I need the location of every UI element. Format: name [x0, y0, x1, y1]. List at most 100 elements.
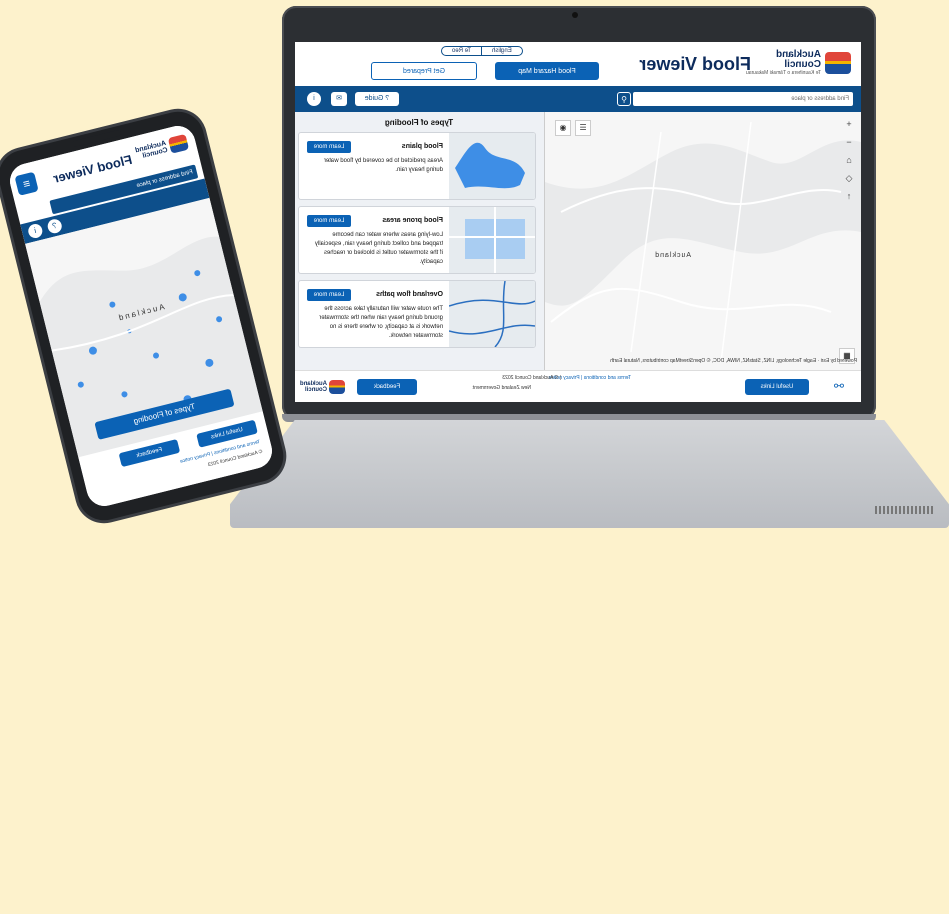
site-footer: ⚯ Useful Links Terms and conditions | Pr… — [295, 370, 861, 402]
keyboard-key — [659, 886, 695, 900]
zoom-out-icon[interactable]: − — [843, 136, 855, 148]
keyboard-key — [465, 852, 501, 866]
keyboard-key — [581, 852, 617, 866]
info-icon[interactable]: i — [26, 222, 44, 240]
logo-name: Auckland Council — [775, 49, 821, 70]
map-place-label: Auckland — [654, 252, 691, 259]
keyboard-key — [504, 869, 540, 883]
info-icon[interactable]: i — [307, 92, 321, 106]
keyboard-key — [814, 852, 850, 866]
keyboard-key — [543, 886, 579, 900]
chat-icon[interactable]: ✉ — [331, 92, 347, 106]
keyboard-key — [659, 869, 695, 883]
keyboard-key — [581, 886, 617, 900]
spacebar — [460, 904, 700, 914]
keyboard-key — [620, 886, 656, 900]
keyboard — [310, 852, 850, 900]
card-description: Areas predicted to be covered by flood w… — [323, 158, 443, 173]
council-logo-icon — [329, 380, 345, 394]
hamburger-menu-icon[interactable]: ≡ — [14, 171, 39, 196]
map-view[interactable]: + − ⌂ ◇ ↑ ☰ ◉ Auckland ▦ Powered by Esri… — [545, 112, 861, 370]
flood-plains-thumbnail — [449, 133, 535, 199]
phone-council-logo[interactable]: Auckland Council — [130, 133, 190, 163]
keyboard-key — [310, 869, 346, 883]
copyright: | © Auckland Council 2023 — [502, 375, 561, 381]
keyboard-key — [737, 852, 773, 866]
keyboard-key — [426, 869, 462, 883]
share-icon[interactable]: ⚯ — [831, 379, 847, 395]
keyboard-key — [504, 852, 540, 866]
keyboard-key — [426, 886, 462, 900]
laptop-lid: Auckland Council Te Kaunihera o Tāmaki M… — [282, 6, 876, 420]
attribution-text: Eagle Technology, LINZ, StatsNZ, NIWA, D… — [610, 358, 817, 364]
auckland-council-logo[interactable]: Auckland Council Te Kaunihera o Tāmaki M… — [746, 49, 851, 76]
keyboard-key — [620, 852, 656, 866]
keyboard-key — [737, 886, 773, 900]
keyboard-key — [310, 852, 346, 866]
council-logo-icon — [825, 52, 851, 74]
keyboard-key — [775, 869, 811, 883]
footer-council-logo: Auckland Council — [300, 377, 345, 397]
keyboard-key — [465, 886, 501, 900]
powered-by: Powered by Esri — [820, 358, 857, 364]
learn-more-button[interactable]: Learn more — [307, 141, 351, 153]
card-overland-flow: Overland flow paths The route water will… — [298, 280, 536, 348]
lang-english[interactable]: English — [482, 47, 522, 55]
laptop-screen: Auckland Council Te Kaunihera o Tāmaki M… — [295, 42, 861, 402]
keyboard-key — [349, 852, 385, 866]
map-controls: + − ⌂ ◇ ↑ — [843, 118, 855, 202]
nz-government-logo: New Zealand Government — [472, 385, 531, 391]
home-icon[interactable]: ⌂ — [843, 154, 855, 166]
compass-icon[interactable]: ↑ — [843, 190, 855, 202]
keyboard-key — [698, 869, 734, 883]
keyboard-key — [698, 886, 734, 900]
keyboard-key — [349, 886, 385, 900]
search-icon[interactable]: ⚲ — [617, 92, 631, 106]
webcam — [572, 12, 578, 18]
keyboard-key — [620, 869, 656, 883]
search-input[interactable]: Find address or place — [633, 92, 853, 106]
map-layer-buttons: ☰ ◉ — [555, 120, 591, 136]
guide-button[interactable]: ? Guide — [355, 92, 399, 106]
page-title: Flood Viewer — [639, 54, 751, 74]
keyboard-key — [543, 869, 579, 883]
language-toggle[interactable]: English Te Reo — [441, 46, 523, 56]
flood-hazard-map-button[interactable]: Flood Hazard Map — [495, 62, 599, 80]
panel-title: Types of Flooding — [384, 118, 454, 127]
useful-links-button[interactable]: Useful Links — [745, 379, 809, 395]
laptop-base — [230, 420, 949, 528]
keyboard-key — [426, 852, 462, 866]
keyboard-key — [581, 869, 617, 883]
locate-icon[interactable]: ◇ — [843, 172, 855, 184]
keyboard-key — [388, 886, 424, 900]
legend-icon[interactable]: ☰ — [575, 120, 591, 136]
phone-logo-name: Auckland Council — [134, 139, 169, 160]
keyboard-key — [349, 869, 385, 883]
keyboard-key — [814, 886, 850, 900]
overland-flow-thumbnail — [448, 280, 536, 348]
card-title: Flood prone areas — [382, 217, 443, 224]
learn-more-button[interactable]: Learn more — [307, 215, 351, 227]
card-title: Flood plains — [401, 143, 443, 150]
keyboard-key — [814, 869, 850, 883]
keyboard-key — [775, 852, 811, 866]
zoom-in-icon[interactable]: + — [843, 118, 855, 130]
lang-tereo[interactable]: Te Reo — [442, 47, 483, 55]
flood-prone-thumbnail — [449, 207, 535, 273]
keyboard-key — [388, 852, 424, 866]
card-title: Overland flow paths — [376, 291, 443, 298]
toolbar: Find address or place ⚲ ? Guide ✉ i — [295, 86, 861, 112]
card-flood-prone: Flood prone areas Low-lying areas where … — [298, 206, 536, 274]
learn-more-button[interactable]: Learn more — [307, 289, 351, 301]
council-logo-icon — [167, 133, 190, 154]
card-description: The route water will naturally take acro… — [319, 306, 443, 339]
get-prepared-button[interactable]: Get Prepared — [371, 62, 477, 80]
keyboard-key — [504, 886, 540, 900]
keyboard-key — [310, 886, 346, 900]
keyboard-key — [737, 869, 773, 883]
guide-icon[interactable]: ? — [46, 217, 64, 235]
map-attribution: Powered by Esri · Eagle Technology, LINZ… — [610, 358, 857, 364]
layers-icon[interactable]: ◉ — [555, 120, 571, 136]
keyboard-key — [698, 852, 734, 866]
feedback-button[interactable]: Feedback — [357, 379, 417, 395]
